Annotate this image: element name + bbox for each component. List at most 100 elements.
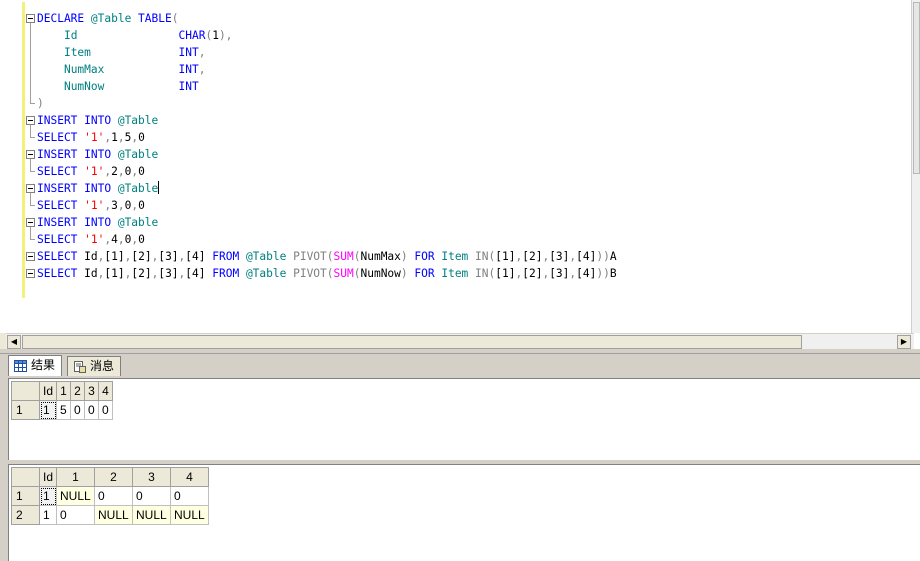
column-header[interactable]: 4 (170, 467, 210, 487)
grid-cell[interactable]: 0 (132, 486, 172, 506)
code-token: FOR (414, 267, 442, 280)
grid-cell[interactable]: NULL (94, 505, 134, 525)
code-token: INT (178, 46, 199, 59)
result-table-1[interactable]: Id 1 2 3 4 1 1 5 0 0 0 (11, 381, 114, 420)
grid-cell[interactable]: NULL (132, 505, 172, 525)
collapse-icon[interactable] (26, 116, 35, 125)
row-number[interactable]: 1 (11, 400, 40, 420)
scroll-right-arrow-icon[interactable]: ▶ (897, 335, 911, 349)
code-line[interactable]: SELECT '1',3,0,0 (37, 197, 145, 214)
code-line[interactable]: Item INT, (37, 44, 205, 61)
column-header[interactable]: 2 (70, 381, 86, 401)
code-token: 1 (212, 29, 219, 42)
tab-messages[interactable]: 消息 (67, 356, 122, 376)
grid-cell[interactable]: NULL (170, 505, 210, 525)
collapse-icon[interactable] (26, 14, 35, 23)
result-table-2[interactable]: Id 1 2 3 4 1 1 NULL 0 0 0 2 1 0 NULL NULL NULL (11, 467, 210, 525)
code-line[interactable]: NumMax INT, (37, 61, 205, 78)
outline-end (30, 239, 35, 240)
code-line[interactable]: NumNow INT (37, 78, 199, 95)
table-row[interactable]: 2 1 0 NULL NULL NULL (11, 505, 210, 525)
code-line[interactable]: INSERT INTO @Table (37, 146, 158, 163)
code-token: SUM (333, 267, 354, 280)
code-token: [3] (158, 267, 179, 280)
grid-corner[interactable] (11, 381, 40, 401)
code-token: NumMax (360, 250, 401, 263)
scroll-left-arrow-icon[interactable]: ◀ (7, 335, 21, 349)
column-header[interactable]: Id (38, 381, 58, 401)
horizontal-scrollbar[interactable]: ◀ ▶ (6, 333, 914, 349)
vertical-scrollbar[interactable] (911, 0, 920, 333)
result-grid-1[interactable]: Id 1 2 3 4 1 1 5 0 0 0 (8, 378, 920, 460)
grid-cell[interactable]: 0 (98, 400, 114, 420)
grid-cell[interactable]: 0 (56, 505, 96, 525)
code-line[interactable]: INSERT INTO @Table (37, 112, 158, 129)
code-token: ) (400, 267, 415, 280)
code-line[interactable]: SELECT '1',2,0,0 (37, 163, 145, 180)
code-line[interactable]: SELECT '1',4,0,0 (37, 231, 145, 248)
row-number[interactable]: 1 (11, 486, 40, 506)
column-header[interactable]: 3 (84, 381, 100, 401)
code-line[interactable]: ) (37, 95, 44, 112)
code-token: SELECT (37, 250, 85, 263)
code-token: ) (400, 250, 415, 263)
code-token: [1] (104, 250, 125, 263)
code-token: INSERT INTO (37, 182, 118, 195)
row-number[interactable]: 2 (11, 505, 40, 525)
grid-cell[interactable]: 5 (56, 400, 72, 420)
code-token: @Table (117, 216, 159, 229)
code-token: 1 (111, 131, 118, 144)
grid-cell[interactable]: 0 (170, 486, 210, 506)
code-token: , (117, 199, 125, 212)
code-line[interactable]: SELECT Id,[1],[2],[3],[4] FROM @Table PI… (37, 248, 617, 265)
code-token: [2] (522, 250, 543, 263)
code-token: ( (171, 12, 179, 25)
table-row[interactable]: 115000 (11, 400, 114, 420)
code-token: INSERT INTO (37, 114, 118, 127)
code-line[interactable]: Id CHAR(1), (37, 27, 232, 44)
grid-cell[interactable]: 0 (84, 400, 100, 420)
code-line[interactable]: SELECT '1',1,5,0 (37, 129, 145, 146)
code-line[interactable]: INSERT INTO @Table (37, 180, 160, 197)
sql-editor[interactable]: DECLARE @Table TABLE( Id CHAR(1), Item I… (0, 0, 920, 333)
vertical-scroll-thumb[interactable] (913, 2, 920, 174)
table-row[interactable]: 1 1 NULL 0 0 0 (11, 486, 210, 506)
grid-cell[interactable]: 0 (94, 486, 134, 506)
grid-cell[interactable]: 0 (70, 400, 86, 420)
code-line[interactable]: DECLARE @Table TABLE( (37, 10, 178, 27)
column-header[interactable]: Id (38, 467, 58, 487)
collapse-icon[interactable] (26, 218, 35, 227)
grid-corner[interactable] (11, 467, 40, 487)
grid-cell[interactable]: 1 (38, 486, 58, 506)
collapse-icon[interactable] (26, 184, 35, 193)
column-header[interactable]: 1 (56, 381, 72, 401)
collapse-icon[interactable] (26, 252, 35, 261)
code-token: IN( (475, 267, 496, 280)
tab-results[interactable]: 结果 (8, 355, 63, 377)
horizontal-scroll-thumb[interactable] (22, 335, 802, 349)
code-token: [3] (158, 250, 179, 263)
code-token: '1' (84, 165, 105, 178)
code-line[interactable]: INSERT INTO @Table (37, 214, 158, 231)
column-header[interactable]: 2 (94, 467, 134, 487)
grid-cell[interactable]: 1 (38, 400, 58, 420)
code-token: '1' (84, 131, 105, 144)
grid-cell[interactable]: 1 (38, 505, 58, 525)
column-header[interactable]: 1 (56, 467, 96, 487)
code-token: INT (178, 80, 199, 93)
collapse-icon[interactable] (26, 269, 35, 278)
code-token: [2] (131, 250, 152, 263)
column-header[interactable]: 3 (132, 467, 172, 487)
code-token: , (117, 165, 125, 178)
column-header[interactable]: 4 (98, 381, 114, 401)
collapse-icon[interactable] (26, 150, 35, 159)
code-token: [3] (549, 267, 570, 280)
code-token: IN( (475, 250, 496, 263)
result-grid-2[interactable]: Id 1 2 3 4 1 1 NULL 0 0 0 2 1 0 NULL NULL NULL (8, 464, 920, 561)
code-token: SUM (333, 250, 354, 263)
code-line[interactable]: SELECT Id,[1],[2],[3],[4] FROM @Table PI… (37, 265, 617, 282)
grid-cell[interactable]: NULL (56, 486, 96, 506)
code-token: [1] (495, 267, 516, 280)
